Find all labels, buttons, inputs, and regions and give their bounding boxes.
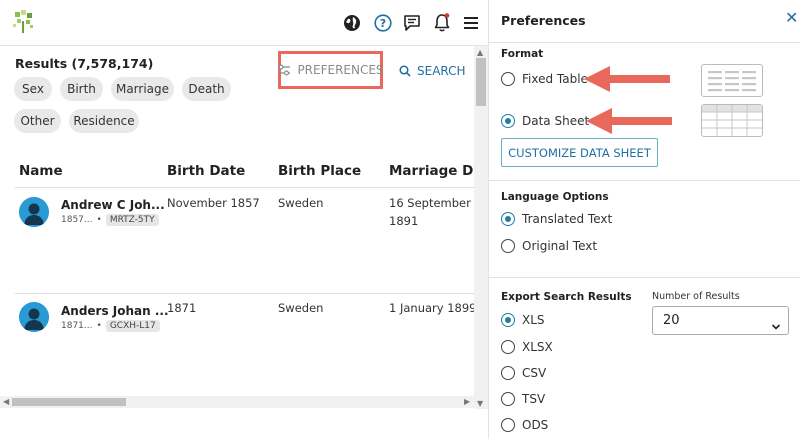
filter-chip-residence[interactable]: Residence [69,109,139,133]
search-button[interactable]: SEARCH [399,61,466,81]
horizontal-scrollbar-thumb[interactable] [12,398,126,406]
number-of-results-value: 20 [663,313,680,328]
export-section-label: Export Search Results [501,291,632,303]
bullet-separator: • [96,215,102,225]
menu-icon[interactable] [460,12,482,34]
notifications-icon[interactable] [431,12,453,34]
column-header-name[interactable]: Name [19,163,63,179]
marriage-date-cell-line1: 16 September [389,196,471,210]
radio-button-selected[interactable] [501,313,515,327]
customize-data-sheet-button[interactable]: CUSTOMIZE DATA SHEET [501,138,658,167]
export-option-csv[interactable]: CSV [501,366,546,380]
help-icon[interactable]: ? [372,12,394,34]
person-avatar-icon [19,302,49,332]
export-option-label: TSV [522,392,546,406]
preferences-label: PREFERENCES [297,63,384,77]
birth-date-cell: November 1857 [167,196,260,210]
column-header-birth-place[interactable]: Birth Place [278,163,361,179]
radio-button[interactable] [501,418,515,432]
marriage-date-cell-line2: 1891 [389,214,419,228]
fixed-table-preview-icon [701,64,763,97]
globe-icon[interactable] [341,12,363,34]
language-option-label: Translated Text [522,212,613,226]
number-of-results-label: Number of Results [652,291,740,302]
radio-button[interactable] [501,72,515,86]
annotation-arrow-icon [586,108,672,134]
radio-button[interactable] [501,239,515,253]
results-count-title: Results (7,578,174) [15,56,154,71]
radio-button-selected[interactable] [501,114,515,128]
top-navigation-bar: ? [0,0,488,46]
language-section-label: Language Options [501,191,609,203]
bullet-separator: • [96,321,102,331]
person-id-badge[interactable]: GCXH-L17 [105,320,160,332]
export-option-label: CSV [522,366,547,380]
preferences-button[interactable]: PREFERENCES [277,51,384,89]
panel-header-divider [489,42,800,43]
birth-place-cell: Sweden [278,196,324,210]
export-option-label: XLS [522,313,545,327]
messages-icon[interactable] [401,12,423,34]
person-lifespan: 1871... [61,321,93,331]
person-name-link[interactable]: Anders Johan ... [61,304,169,318]
data-sheet-preview-icon [701,104,763,137]
annotation-arrow-icon [584,66,670,92]
column-header-birth-date[interactable]: Birth Date [167,163,245,179]
format-option-data-sheet[interactable]: Data Sheet [501,114,589,128]
header-divider [15,187,475,188]
person-lifespan: 1857... [61,215,93,225]
section-divider [489,180,800,181]
filter-chip-sex[interactable]: Sex [14,77,52,101]
export-option-xlsx[interactable]: XLSX [501,340,553,354]
export-option-xls[interactable]: XLS [501,313,545,327]
radio-button-selected[interactable] [501,212,515,226]
row-divider [15,293,475,294]
vertical-scrollbar-thumb[interactable] [476,58,486,106]
chevron-down-icon [771,316,781,330]
language-option-translated[interactable]: Translated Text [501,212,612,226]
radio-button[interactable] [501,340,515,354]
scroll-left-arrow-icon[interactable]: ◀ [3,397,9,406]
language-option-original[interactable]: Original Text [501,239,597,253]
person-details: 1857... • MRTZ-5TY [61,214,159,226]
person-details: 1871... • GCXH-L17 [61,320,160,332]
filter-chip-marriage[interactable]: Marriage [111,77,174,101]
svg-text:?: ? [380,17,386,30]
scroll-up-arrow-icon[interactable]: ▲ [477,48,483,57]
radio-button[interactable] [501,366,515,380]
filter-chip-other[interactable]: Other [14,109,61,133]
radio-button[interactable] [501,392,515,406]
sliders-icon [277,64,291,76]
close-icon[interactable]: ✕ [785,10,798,26]
preferences-title: Preferences [501,13,586,28]
section-divider [489,277,800,278]
marriage-date-cell-line1: 1 January 1899 [389,301,477,315]
scroll-down-arrow-icon[interactable]: ▼ [477,399,483,408]
format-option-label: Fixed Table [522,72,588,86]
search-icon [399,65,411,77]
person-name-link[interactable]: Andrew C Joh... [61,198,165,212]
format-option-label: Data Sheet [522,114,590,128]
search-results-panel: ? Results (7,578,174) Sex Birth Marriage… [0,0,488,439]
filter-chip-birth[interactable]: Birth [60,77,103,101]
birth-date-cell: 1871 [167,301,197,315]
export-option-tsv[interactable]: TSV [501,392,545,406]
birth-place-cell: Sweden [278,301,324,315]
export-option-label: XLSX [522,340,553,354]
scroll-right-arrow-icon[interactable]: ▶ [464,397,470,406]
number-of-results-select[interactable]: 20 [652,306,789,335]
format-option-fixed-table[interactable]: Fixed Table [501,72,588,86]
search-label: SEARCH [417,64,466,78]
person-id-badge[interactable]: MRTZ-5TY [105,214,159,226]
export-option-label: ODS [522,418,549,432]
format-section-label: Format [501,48,544,60]
export-option-ods[interactable]: ODS [501,418,548,432]
language-option-label: Original Text [522,239,598,253]
person-avatar-icon [19,197,49,227]
filter-chip-death[interactable]: Death [182,77,231,101]
tree-logo-icon[interactable] [11,9,35,35]
